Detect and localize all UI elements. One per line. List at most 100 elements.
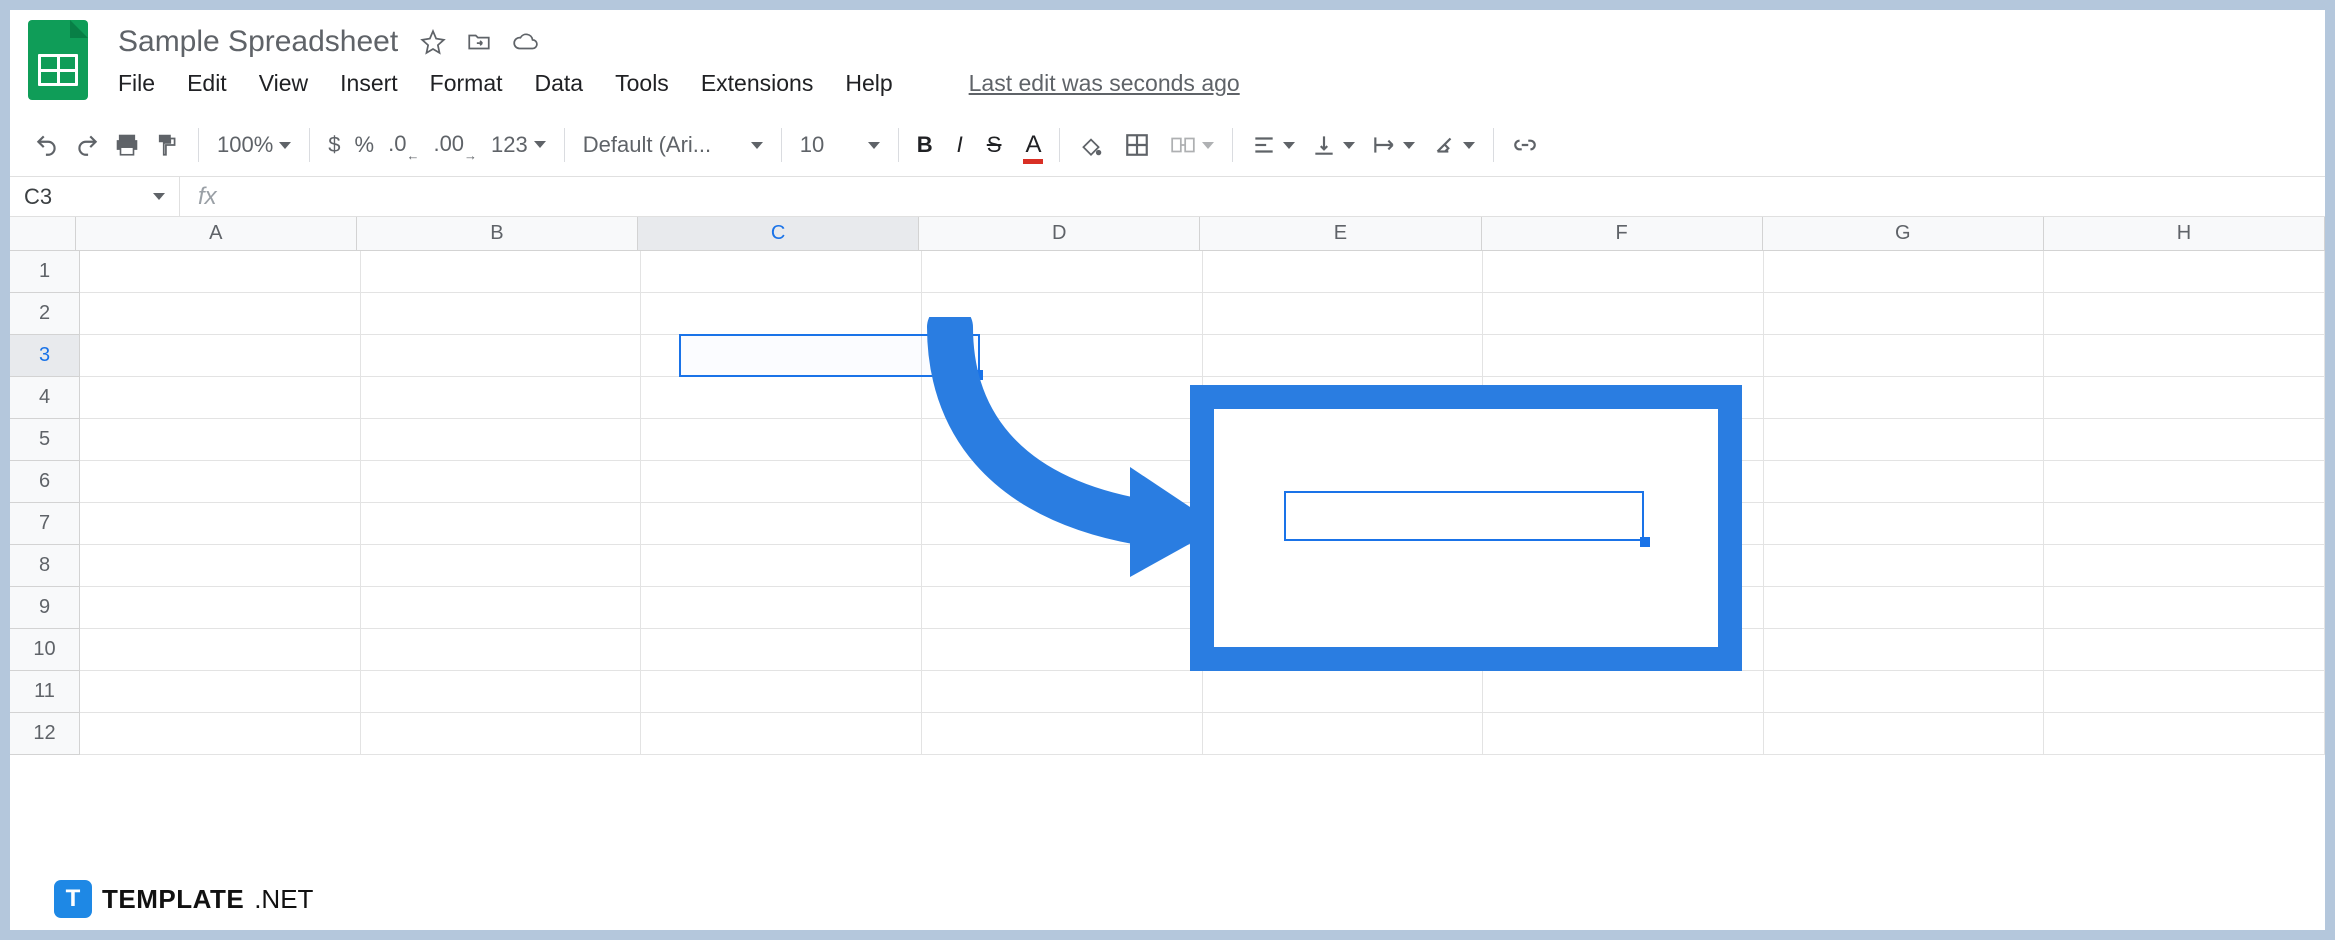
cell-D10[interactable] [922,629,1203,671]
cell-G2[interactable] [1764,293,2045,335]
row-header-4[interactable]: 4 [10,377,80,419]
cell-H9[interactable] [2044,587,2325,629]
cell-H11[interactable] [2044,671,2325,713]
cell-G4[interactable] [1764,377,2045,419]
cell-C11[interactable] [641,671,922,713]
cell-G11[interactable] [1764,671,2045,713]
zoom-dropdown[interactable]: 100% [217,132,291,158]
menu-help[interactable]: Help [845,70,892,97]
cell-B5[interactable] [361,419,642,461]
format-currency-button[interactable]: $ [328,132,340,158]
horizontal-align-dropdown[interactable] [1251,132,1295,158]
row-header-8[interactable]: 8 [10,545,80,587]
cell-A3[interactable] [80,335,361,377]
row-header-9[interactable]: 9 [10,587,80,629]
cell-A1[interactable] [80,251,361,293]
insert-link-icon[interactable] [1512,132,1538,158]
row-header-3[interactable]: 3 [10,335,80,377]
fill-color-icon[interactable] [1078,132,1104,158]
cell-B8[interactable] [361,545,642,587]
menu-insert[interactable]: Insert [340,70,398,97]
cell-D1[interactable] [922,251,1203,293]
cell-D8[interactable] [922,545,1203,587]
font-family-dropdown[interactable]: Default (Ari... [583,132,763,158]
sheets-logo-icon[interactable] [28,20,88,100]
cell-G1[interactable] [1764,251,2045,293]
cell-H7[interactable] [2044,503,2325,545]
cell-F11[interactable] [1483,671,1764,713]
cell-H5[interactable] [2044,419,2325,461]
borders-icon[interactable] [1124,132,1150,158]
cell-H6[interactable] [2044,461,2325,503]
print-icon[interactable] [114,132,140,158]
cell-C4[interactable] [641,377,922,419]
column-header-D[interactable]: D [919,217,1200,251]
cell-H8[interactable] [2044,545,2325,587]
menu-view[interactable]: View [259,70,308,97]
undo-icon[interactable] [34,132,60,158]
cell-B10[interactable] [361,629,642,671]
strikethrough-button[interactable]: S [987,132,1002,158]
star-icon[interactable] [420,29,446,55]
row-header-7[interactable]: 7 [10,503,80,545]
cell-G7[interactable] [1764,503,2045,545]
cell-F3[interactable] [1483,335,1764,377]
cell-A9[interactable] [80,587,361,629]
cell-B7[interactable] [361,503,642,545]
cell-A6[interactable] [80,461,361,503]
cell-C9[interactable] [641,587,922,629]
cell-C1[interactable] [641,251,922,293]
document-title[interactable]: Sample Spreadsheet [118,25,398,59]
paint-format-icon[interactable] [154,132,180,158]
cell-G8[interactable] [1764,545,2045,587]
text-rotation-dropdown[interactable] [1431,132,1475,158]
cell-D11[interactable] [922,671,1203,713]
column-header-C[interactable]: C [638,217,919,251]
text-wrap-dropdown[interactable] [1371,132,1415,158]
cell-H1[interactable] [2044,251,2325,293]
column-header-G[interactable]: G [1763,217,2044,251]
cell-A11[interactable] [80,671,361,713]
cell-B11[interactable] [361,671,642,713]
cell-A2[interactable] [80,293,361,335]
menu-extensions[interactable]: Extensions [701,70,814,97]
cell-H4[interactable] [2044,377,2325,419]
name-box[interactable]: C3 [10,177,180,216]
last-edit-link[interactable]: Last edit was seconds ago [969,70,1240,97]
column-header-F[interactable]: F [1482,217,1763,251]
cell-A7[interactable] [80,503,361,545]
cell-D9[interactable] [922,587,1203,629]
column-header-A[interactable]: A [76,217,357,251]
cell-C10[interactable] [641,629,922,671]
cell-A5[interactable] [80,419,361,461]
cell-F1[interactable] [1483,251,1764,293]
menu-tools[interactable]: Tools [615,70,669,97]
cell-E12[interactable] [1203,713,1484,755]
cell-B4[interactable] [361,377,642,419]
italic-button[interactable]: I [957,132,963,158]
format-percent-button[interactable]: % [355,132,375,158]
cell-G9[interactable] [1764,587,2045,629]
cell-D2[interactable] [922,293,1203,335]
cell-E3[interactable] [1203,335,1484,377]
cell-A8[interactable] [80,545,361,587]
cell-E11[interactable] [1203,671,1484,713]
cell-B9[interactable] [361,587,642,629]
cell-B2[interactable] [361,293,642,335]
row-header-1[interactable]: 1 [10,251,80,293]
cell-C3[interactable] [641,335,922,377]
menu-format[interactable]: Format [430,70,503,97]
more-formats-dropdown[interactable]: 123 [491,132,546,158]
row-header-2[interactable]: 2 [10,293,80,335]
menu-edit[interactable]: Edit [187,70,227,97]
cell-D6[interactable] [922,461,1203,503]
cell-F2[interactable] [1483,293,1764,335]
column-header-E[interactable]: E [1200,217,1481,251]
menu-file[interactable]: File [118,70,155,97]
cell-B6[interactable] [361,461,642,503]
cell-A4[interactable] [80,377,361,419]
vertical-align-dropdown[interactable] [1311,132,1355,158]
cloud-saved-icon[interactable] [512,29,538,55]
cell-C12[interactable] [641,713,922,755]
cell-E1[interactable] [1203,251,1484,293]
